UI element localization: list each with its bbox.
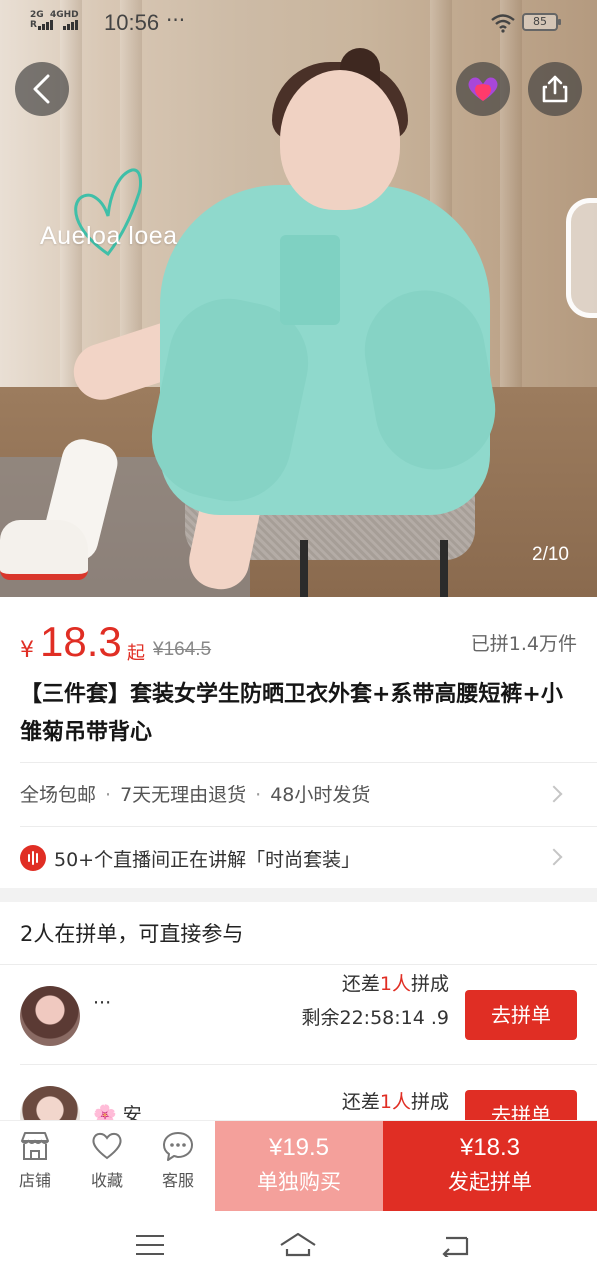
model-top <box>280 235 340 325</box>
system-nav-bar <box>0 1211 597 1280</box>
live-text: 50+个直播间正在讲解「时尚套装」 <box>54 849 361 871</box>
need-text: 还差1人拼成 <box>342 969 449 996</box>
divider <box>20 1064 597 1065</box>
battery-icon: 85 <box>522 13 561 31</box>
live-row[interactable]: 50+个直播间正在讲解「时尚套装」 <box>20 843 580 873</box>
signal-indicator: 2G 4GHD R <box>30 10 79 30</box>
service-label: 客服 <box>161 1171 194 1190</box>
brand-logo: Aueloa loea <box>40 222 178 250</box>
model-face <box>280 70 400 210</box>
remaining-time: 剩余22:58:14 .9 <box>301 1007 449 1029</box>
need-suffix: 拼成 <box>410 1091 449 1113</box>
status-more: ··· <box>166 8 186 32</box>
buy-group-label: 发起拼单 <box>448 1170 532 1194</box>
username: ··· <box>93 992 112 1014</box>
divider <box>20 762 597 763</box>
buy-alone-button[interactable]: ¥19.5 单独购买 <box>215 1121 383 1212</box>
price-currency: ¥ <box>20 638 34 663</box>
price-row: ¥ 18.3 起 ¥164.5 已拼1.4万件 <box>20 618 580 668</box>
live-audio-icon <box>20 845 46 871</box>
need-count: 1人 <box>379 1091 411 1113</box>
service-row[interactable]: 全场包邮 · 7天无理由退货 · 48小时发货 <box>20 780 580 810</box>
signal-bars-icon: R <box>30 20 37 30</box>
need-prefix: 还差 <box>341 1091 380 1113</box>
chevron-left-icon <box>33 74 50 104</box>
store-label: 店铺 <box>18 1171 51 1190</box>
need-text: 还差1人拼成 <box>342 1087 449 1114</box>
model-shoe <box>0 520 88 580</box>
heart-icon <box>92 1132 122 1160</box>
signal-bars-icon <box>63 20 79 30</box>
nav-menu-icon[interactable] <box>136 1235 164 1255</box>
store-button[interactable]: 店铺 <box>5 1129 65 1191</box>
group-buy-header: 2人在拼单，可直接参与 <box>20 922 244 946</box>
group-row: ··· 还差1人拼成 剩余22:58:14 .9 去拼单 <box>0 966 597 1066</box>
store-icon <box>21 1132 49 1160</box>
favorite-label: 收藏 <box>90 1171 123 1190</box>
image-counter: 2/10 <box>532 544 569 565</box>
share-button[interactable] <box>528 62 582 116</box>
need-suffix: 拼成 <box>410 973 449 995</box>
price-suffix: 起 <box>127 643 145 664</box>
nav-back-icon[interactable] <box>440 1233 470 1257</box>
need-prefix: 还差 <box>341 973 380 995</box>
buy-alone-label: 单独购买 <box>257 1170 341 1194</box>
chevron-right-icon <box>545 785 563 803</box>
buy-group-price: ¥18.3 <box>459 1134 521 1161</box>
service-item: 48小时发货 <box>270 784 371 806</box>
brand-heart-icon <box>468 77 498 101</box>
brand-button[interactable] <box>456 62 510 116</box>
wifi-icon <box>491 14 515 33</box>
sold-count: 已拼1.4万件 <box>470 633 577 655</box>
service-item: 全场包邮 <box>20 784 97 806</box>
customer-service-button[interactable]: 客服 <box>148 1129 208 1191</box>
original-price: ¥164.5 <box>153 639 212 660</box>
network-label: 4GHD <box>49 10 79 20</box>
product-title: 【三件套】套装女学生防晒卫衣外套+系带高腰短裤+小雏菊吊带背心 <box>20 682 563 745</box>
price: 18.3 <box>40 618 122 665</box>
battery-level: 85 <box>533 15 547 28</box>
chair-leg <box>300 540 308 597</box>
buy-alone-price: ¥19.5 <box>268 1134 330 1161</box>
network-label: 2G <box>30 10 44 20</box>
chevron-right-icon <box>545 848 563 866</box>
chair-leg <box>440 540 448 597</box>
favorite-button[interactable]: 收藏 <box>77 1129 137 1191</box>
status-bar: 2G 4GHD R 10:56 ··· 85 <box>0 0 597 46</box>
start-group-button[interactable]: ¥18.3 发起拼单 <box>383 1121 597 1212</box>
status-time: 10:56 <box>104 10 160 35</box>
chat-bubble-icon <box>163 1132 193 1161</box>
join-group-button[interactable]: 去拼单 <box>465 990 577 1040</box>
side-panel-tab[interactable] <box>566 198 597 318</box>
divider <box>0 964 597 965</box>
service-separator: · <box>255 784 262 806</box>
section-gap <box>0 888 597 902</box>
nav-home-icon[interactable] <box>278 1231 318 1259</box>
need-count: 1人 <box>379 973 411 995</box>
service-separator: · <box>105 784 112 806</box>
back-button[interactable] <box>15 62 69 116</box>
signal-bars-icon <box>37 20 54 30</box>
avatar <box>20 986 80 1046</box>
service-item: 7天无理由退货 <box>120 784 247 806</box>
share-icon <box>542 75 568 103</box>
divider <box>20 826 597 827</box>
bottom-action-bar: 店铺 收藏 客服 ¥19.5 单独购买 ¥18.3 发起拼单 <box>0 1120 597 1212</box>
